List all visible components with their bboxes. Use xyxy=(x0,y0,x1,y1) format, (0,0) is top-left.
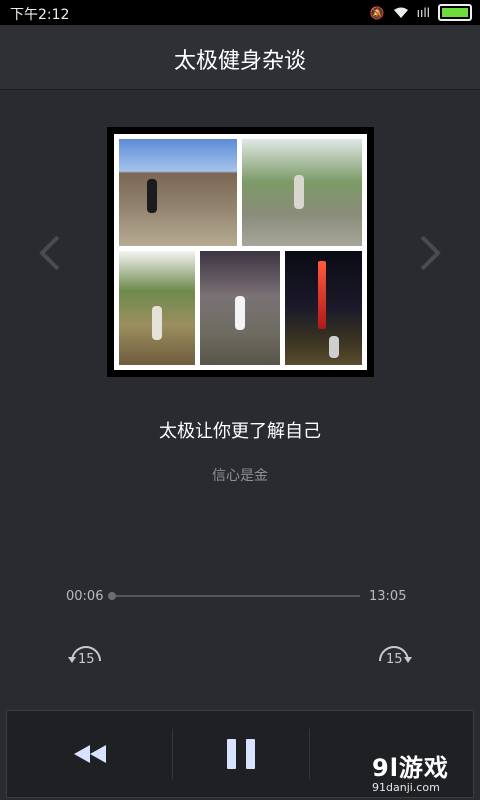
total-time: 13:05 xyxy=(369,589,407,604)
photo-evening xyxy=(200,251,280,365)
status-time: 下午2:12 xyxy=(10,7,70,23)
photo-stone-tablet xyxy=(242,139,362,246)
pause-icon xyxy=(227,739,255,769)
tower xyxy=(318,261,326,329)
current-time: 00:06 xyxy=(66,589,104,604)
mute-icon: 🔕 xyxy=(369,5,385,20)
previous-button[interactable] xyxy=(7,711,172,797)
watermark: 9l游戏 91danji.com xyxy=(372,748,480,798)
person-figure xyxy=(147,179,157,213)
progress-knob[interactable] xyxy=(107,592,116,600)
track-subtitle: 信心是金 xyxy=(212,468,268,484)
person-figure xyxy=(235,296,245,330)
person-figure xyxy=(294,175,304,209)
page-title: 太极健身杂谈 xyxy=(173,49,306,74)
forward-15-button[interactable]: 15 xyxy=(374,643,414,671)
album-cover xyxy=(107,127,374,377)
person-figure xyxy=(152,306,162,340)
app-header: 太极健身杂谈 xyxy=(0,25,480,90)
forward-15-label: 15 xyxy=(386,652,403,667)
chevron-left-icon xyxy=(39,235,60,271)
watermark-logo: 9l游戏 xyxy=(372,754,449,782)
person-figure xyxy=(329,336,339,358)
progress-bar[interactable] xyxy=(107,592,360,600)
pause-button[interactable] xyxy=(173,711,309,797)
photo-great-wall xyxy=(119,139,237,246)
signal-icon: ııll xyxy=(416,5,430,20)
photo-collage xyxy=(114,134,367,370)
status-bar: 下午2:12 🔕 ııll xyxy=(0,0,480,25)
wifi-icon xyxy=(393,7,408,18)
track-title: 太极让你更了解自己 xyxy=(159,421,321,442)
status-icons: 🔕 ııll xyxy=(370,4,472,21)
next-cover-button[interactable] xyxy=(416,233,444,273)
photo-ruins xyxy=(119,251,195,365)
rewind-15-label: 15 xyxy=(78,652,95,667)
previous-cover-button[interactable] xyxy=(36,233,64,273)
watermark-site: 91danji.com xyxy=(372,781,440,794)
previous-icon xyxy=(73,745,106,763)
battery-icon xyxy=(438,4,472,21)
photo-tower-night xyxy=(285,251,362,365)
rewind-15-button[interactable]: 15 xyxy=(66,643,106,671)
chevron-right-icon xyxy=(420,235,441,271)
